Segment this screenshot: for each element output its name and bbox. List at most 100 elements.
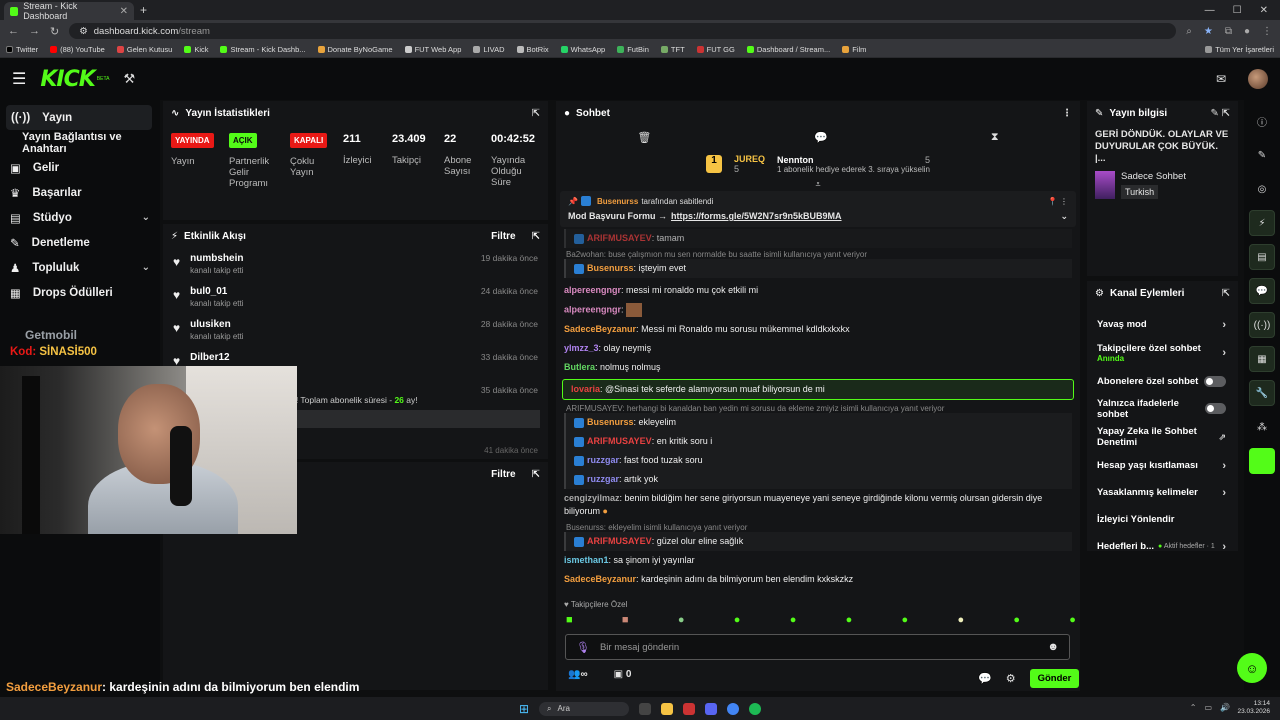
action-ai-moderation[interactable]: Yapay Zeka ile Sohbet Denetimi ⇗ bbox=[1087, 422, 1238, 452]
discord-icon[interactable] bbox=[705, 702, 718, 715]
zoom-icon[interactable]: ⌕ bbox=[1186, 26, 1192, 37]
bookmark[interactable]: FUT GG bbox=[696, 45, 735, 54]
close-window-icon[interactable]: ✕ bbox=[1260, 5, 1268, 16]
bookmark[interactable]: FutBin bbox=[617, 45, 649, 54]
popout-icon[interactable]: ⇱ bbox=[1222, 288, 1230, 299]
minimize-icon[interactable]: — bbox=[1205, 5, 1215, 16]
all-bookmarks[interactable]: Tüm Yer İşaretleri bbox=[1205, 45, 1274, 54]
maximize-icon[interactable]: ☐ bbox=[1233, 5, 1242, 16]
hammer-icon[interactable]: ⚒ bbox=[123, 71, 135, 87]
sidebar-item-drops[interactable]: ▦ Drops Ödülleri bbox=[0, 280, 160, 305]
emote-icon[interactable]: ● bbox=[1069, 614, 1076, 626]
mic-icon[interactable]: 🎙 bbox=[576, 641, 590, 654]
broadcast-icon[interactable]: ((·)) bbox=[1249, 312, 1275, 338]
chat-bubble-icon[interactable]: 💬 bbox=[814, 131, 828, 144]
edit-icon[interactable]: ✎ ⇱ bbox=[1210, 108, 1230, 119]
support-button[interactable]: ☺ bbox=[1237, 653, 1267, 683]
bookmark[interactable]: FUT Web App bbox=[404, 45, 461, 54]
more-options-icon[interactable]: ⋮ bbox=[1062, 108, 1072, 119]
menu-icon[interactable]: ⋮ bbox=[1262, 26, 1272, 37]
emote-icon[interactable]: ● bbox=[790, 614, 797, 626]
action-emote-only[interactable]: Yalnızca ifadelerle sohbet bbox=[1087, 395, 1238, 422]
bookmark[interactable]: TFT bbox=[660, 45, 685, 54]
back-icon[interactable]: ← bbox=[8, 25, 19, 37]
bookmark[interactable]: Twitter bbox=[6, 45, 38, 54]
close-tab-icon[interactable]: ✕ bbox=[120, 6, 128, 17]
sidebar-item-studyo[interactable]: ▤ Stüdyo ⌄ bbox=[0, 205, 160, 230]
bookmark[interactable]: Gelen Kutusu bbox=[116, 45, 172, 54]
site-info-icon[interactable]: ⚙ bbox=[79, 26, 88, 37]
chat-settings-icon[interactable]: 💬 bbox=[978, 672, 992, 685]
popout-icon[interactable]: ⇱ bbox=[532, 231, 540, 242]
trash-icon[interactable]: 🗑 bbox=[637, 131, 651, 144]
emote-icon[interactable]: ● bbox=[734, 614, 741, 626]
emote-icon[interactable]: ● bbox=[846, 614, 853, 626]
forward-icon[interactable]: → bbox=[29, 25, 40, 37]
extensions-icon[interactable]: ⧉ bbox=[1225, 26, 1232, 37]
action-banned-words[interactable]: Yasaklanmış kelimeler › bbox=[1087, 479, 1238, 506]
hourglass-icon[interactable]: ⧗ bbox=[991, 131, 999, 144]
browser-tab[interactable]: Stream - Kick Dashboard ✕ bbox=[4, 1, 134, 21]
chat-input[interactable]: 🎙 Bir mesaj gönderin ☻ bbox=[565, 634, 1070, 660]
chrome-icon[interactable] bbox=[727, 702, 740, 715]
kick-logo[interactable]: KICK bbox=[40, 67, 95, 92]
sidebar-item-yayin[interactable]: ((·)) Yayın bbox=[6, 105, 152, 130]
messages-icon[interactable]: ✉ bbox=[1216, 72, 1226, 86]
toggle-switch[interactable] bbox=[1205, 403, 1226, 414]
sidebar-item-topluluk[interactable]: ♟ Topluluk ⌄ bbox=[0, 255, 160, 280]
action-raid[interactable]: İzleyici Yönlendir bbox=[1087, 506, 1238, 533]
action-followers-only[interactable]: Takipçilere özel sohbet Anında › bbox=[1087, 338, 1238, 368]
unpin-icon[interactable]: 📍 ⋮ bbox=[1048, 197, 1068, 206]
emote-icon[interactable]: ● bbox=[1013, 614, 1020, 626]
taskview-icon[interactable] bbox=[639, 702, 652, 715]
emoji-icon[interactable]: ☻ bbox=[1047, 641, 1059, 653]
action-slow-mode[interactable]: Yavaş mod › bbox=[1087, 311, 1238, 338]
spotify-icon[interactable] bbox=[749, 702, 762, 715]
bookmark[interactable]: Kick bbox=[184, 45, 208, 54]
sidebar-item-denetleme[interactable]: ✎ Denetleme bbox=[0, 230, 160, 255]
action-goals[interactable]: Hedefleri b... ● Aktif hedefler · 1 › bbox=[1087, 533, 1238, 560]
emote-icon[interactable]: ● bbox=[957, 614, 964, 626]
reload-icon[interactable]: ↻ bbox=[50, 25, 59, 38]
bookmark[interactable]: (88) YouTube bbox=[50, 45, 105, 54]
users-icon[interactable]: ⁂ bbox=[1249, 414, 1275, 440]
filter-button[interactable]: Filtre bbox=[491, 469, 515, 480]
lightning-icon[interactable]: ⚡ bbox=[1249, 210, 1275, 236]
url-field[interactable]: ⚙ dashboard.kick.com/stream bbox=[69, 23, 1177, 39]
pinned-link[interactable]: https://forms.gle/5W2N7sr9n5kBUB9MA bbox=[671, 211, 842, 222]
filter-button[interactable]: Filtre bbox=[491, 231, 515, 242]
toggle-switch[interactable] bbox=[1204, 376, 1226, 387]
profile-icon[interactable]: ● bbox=[1244, 26, 1250, 37]
popout-icon[interactable]: ⇱ bbox=[532, 108, 540, 119]
action-subs-only[interactable]: Abonelere özel sohbet bbox=[1087, 368, 1238, 395]
sidebar-item-basarilar[interactable]: ♛ Başarılar bbox=[0, 180, 160, 205]
gear-icon[interactable]: ⚙ bbox=[1006, 672, 1016, 685]
emote-icon[interactable]: ● bbox=[902, 614, 909, 626]
popout-icon[interactable]: ⇱ bbox=[532, 469, 540, 480]
emote-icon[interactable]: ■ bbox=[566, 614, 573, 626]
avatar[interactable] bbox=[1248, 69, 1268, 89]
chevron-down-icon[interactable]: ⩡ bbox=[556, 179, 1080, 189]
bookmark-star-icon[interactable]: ★ bbox=[1204, 26, 1213, 37]
sidebar-item-stream-key[interactable]: Yayın Bağlantısı ve Anahtarı bbox=[0, 130, 160, 155]
chevron-down-icon[interactable]: ⌄ bbox=[1060, 211, 1068, 222]
app-icon[interactable] bbox=[683, 702, 696, 715]
send-button[interactable]: Gönder bbox=[1029, 669, 1080, 688]
chat-icon[interactable]: 💬 bbox=[1249, 278, 1275, 304]
hamburger-menu-icon[interactable]: ☰ bbox=[12, 69, 26, 89]
layout-icon[interactable]: ▦ bbox=[1249, 346, 1275, 372]
bookmark[interactable]: Film bbox=[842, 45, 866, 54]
info-icon[interactable]: ⓘ bbox=[1249, 108, 1275, 134]
taskbar-search[interactable]: ⌕ Ara bbox=[539, 701, 630, 716]
windows-start-icon[interactable]: ⊞ bbox=[519, 702, 529, 716]
action-account-age[interactable]: Hesap yaşı kısıtlaması › bbox=[1087, 452, 1238, 479]
bookmark[interactable]: Stream - Kick Dashb... bbox=[220, 45, 306, 54]
emote-icon[interactable]: ■ bbox=[622, 614, 629, 626]
list-icon[interactable]: ▤ bbox=[1249, 244, 1275, 270]
bookmark[interactable]: Donate ByNoGame bbox=[317, 45, 393, 54]
bookmark[interactable]: LIVAD bbox=[473, 45, 505, 54]
bookmark[interactable]: BotRix bbox=[516, 45, 549, 54]
app-icon[interactable] bbox=[1249, 448, 1275, 474]
bookmark[interactable]: Dashboard / Stream... bbox=[746, 45, 830, 54]
camera-icon[interactable]: ◎ bbox=[1249, 176, 1275, 202]
